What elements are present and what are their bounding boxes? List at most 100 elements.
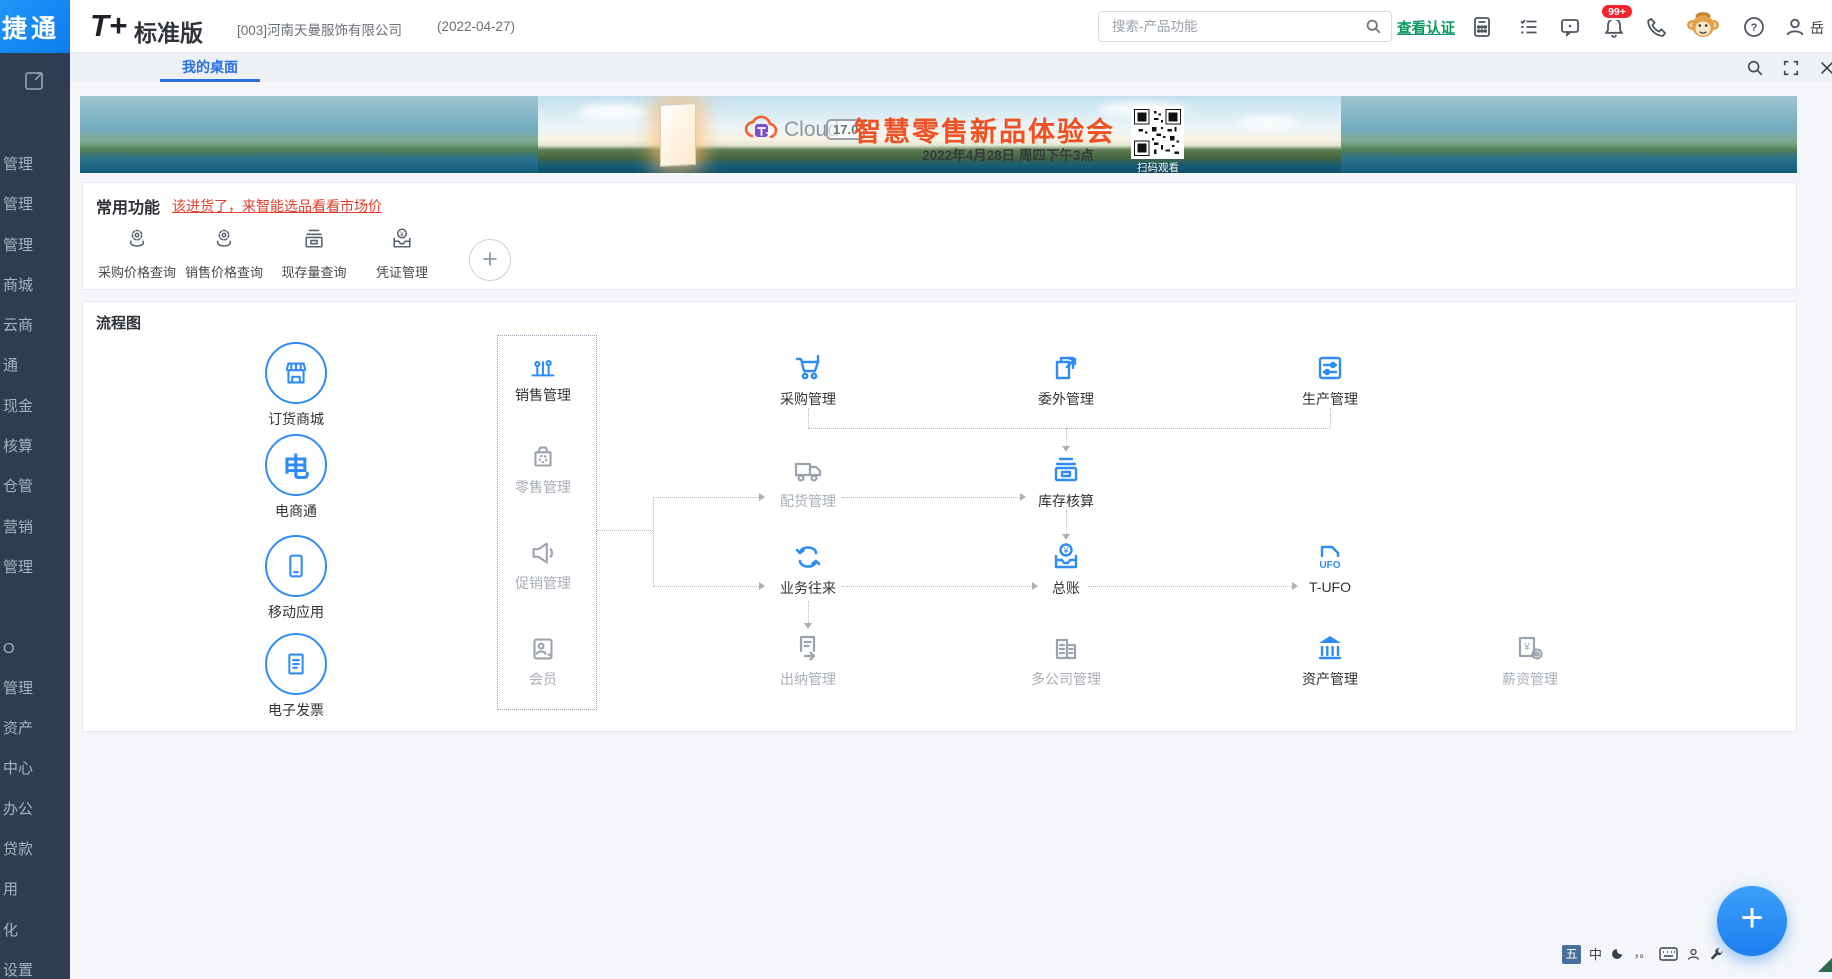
sidebar-item[interactable]: 化 xyxy=(0,911,70,951)
quick-item-voucher-management[interactable]: ¥ 凭证管理 xyxy=(357,225,447,281)
flow-arrow xyxy=(759,582,765,590)
quick-item-purchase-price-query[interactable]: 采购价格查询 xyxy=(92,225,182,281)
money-tray-icon: ¥ xyxy=(388,225,416,253)
quick-item-stock-query[interactable]: 现存量查询 xyxy=(269,225,359,281)
flow-node-member[interactable]: 会员 xyxy=(488,632,598,689)
mascot-monkey-icon[interactable] xyxy=(1684,8,1722,46)
svg-text:?: ? xyxy=(1751,22,1758,34)
user-icon[interactable] xyxy=(1783,15,1807,39)
sidebar-item[interactable] xyxy=(0,588,70,628)
flow-node-mobile-app[interactable]: 移动应用 xyxy=(236,535,356,622)
flow-connector xyxy=(653,497,759,498)
quick-item-label: 采购价格查询 xyxy=(92,262,182,281)
flow-node-sales-management[interactable]: 销售管理 xyxy=(488,348,598,405)
promo-banner[interactable]: Cloud 17.0 智慧零售新品体验会 2022年4月28日 周四下午3点 扫… xyxy=(80,96,1797,173)
sidebar-item[interactable]: 仓管 xyxy=(0,467,70,507)
add-quick-function-button[interactable]: + xyxy=(469,239,511,281)
ime-wrench-icon[interactable] xyxy=(1709,947,1724,962)
search-input[interactable] xyxy=(1110,18,1365,35)
sidebar-item[interactable]: 管理 xyxy=(0,185,70,225)
add-fab-button[interactable]: + xyxy=(1717,886,1787,956)
cloud-decor xyxy=(1238,116,1298,128)
sidebar-item[interactable]: O xyxy=(0,629,70,669)
sidebar-pin-icon[interactable] xyxy=(22,67,48,93)
ime-lang-icon[interactable]: 中 xyxy=(1589,945,1602,964)
sidebar-item[interactable]: 管理 xyxy=(0,548,70,588)
sidebar-item[interactable]: 营销 xyxy=(0,508,70,548)
view-certification-link[interactable]: 查看认证 xyxy=(1397,17,1455,38)
flow-node-cashier-management[interactable]: 出纳管理 xyxy=(753,630,863,689)
sidebar-item[interactable]: 中心 xyxy=(0,749,70,789)
flow-node-asset-management[interactable]: 资产管理 xyxy=(1275,630,1385,689)
sidebar-item[interactable]: 办公 xyxy=(0,790,70,830)
sidebar-item[interactable]: 核算 xyxy=(0,427,70,467)
flow-arrow xyxy=(1062,446,1070,452)
flow-node-order-mall[interactable]: 订货商城 xyxy=(236,342,356,429)
flow-node-business-transactions[interactable]: 业务往来 xyxy=(753,539,863,598)
sidebar-item[interactable]: 管理 xyxy=(0,669,70,709)
sidebar-item[interactable]: 资产 xyxy=(0,709,70,749)
sidebar-item[interactable]: 贷款 xyxy=(0,830,70,870)
feedback-icon[interactable] xyxy=(1558,15,1582,39)
ime-fullhalf-moon-icon[interactable] xyxy=(1610,946,1626,962)
flow-node-promotion-management[interactable]: 促销管理 xyxy=(488,536,598,593)
task-list-icon[interactable] xyxy=(1517,15,1541,39)
ime-wubi-icon[interactable]: 五 xyxy=(1562,945,1581,964)
tab-search-icon[interactable] xyxy=(1746,59,1764,77)
flow-node-label: 零售管理 xyxy=(488,477,598,497)
flow-node-label: 电子发票 xyxy=(236,700,356,720)
flow-connector xyxy=(1330,408,1331,428)
company-name: [003]河南天曼服饰有限公司 xyxy=(237,19,402,39)
fullscreen-icon[interactable] xyxy=(1782,59,1800,77)
flow-connector xyxy=(1066,510,1067,534)
flow-node-label: 生产管理 xyxy=(1275,389,1385,409)
brand-logo[interactable]: 畅捷通 xyxy=(0,0,70,53)
flow-node-label: 出纳管理 xyxy=(753,669,863,689)
username-label[interactable]: 岳 xyxy=(1810,18,1824,38)
sidebar-item[interactable]: 现金 xyxy=(0,387,70,427)
tab-my-desktop[interactable]: 我的桌面 xyxy=(160,53,260,82)
sidebar-item[interactable]: 设置 xyxy=(0,951,70,979)
megaphone-icon xyxy=(526,536,560,570)
calculator-icon[interactable] xyxy=(1470,15,1494,39)
sidebar-item[interactable]: 用 xyxy=(0,870,70,910)
payroll-icon: ¥ xyxy=(1512,630,1548,666)
quick-item-sales-price-query[interactable]: 销售价格查询 xyxy=(179,225,269,281)
sidebar-item[interactable]: 通 xyxy=(0,346,70,386)
flow-connector xyxy=(1088,586,1292,587)
sidebar-item[interactable]: 管理 xyxy=(0,226,70,266)
document-export-icon xyxy=(1048,350,1084,386)
flow-node-production-management[interactable]: 生产管理 xyxy=(1275,350,1385,409)
ime-keyboard-icon[interactable] xyxy=(1659,947,1678,961)
ime-punctuation-icon[interactable]: ，。 xyxy=(1634,945,1651,964)
phone-icon[interactable] xyxy=(1645,15,1669,39)
flow-node-outsourcing-management[interactable]: 委外管理 xyxy=(1011,350,1121,409)
invoice-icon xyxy=(279,647,313,681)
flow-node-label: 电商通 xyxy=(236,501,356,521)
flow-node-general-ledger[interactable]: ¥ 总账 xyxy=(1011,539,1121,598)
corner-indicator xyxy=(1818,958,1832,972)
flow-connector xyxy=(842,586,1032,587)
smart-selection-promo-link[interactable]: 该进货了，来智能选品看看市场价 xyxy=(172,196,382,216)
flow-node-payroll-management[interactable]: ¥ 薪资管理 xyxy=(1475,630,1585,689)
flow-node-multi-company[interactable]: 多公司管理 xyxy=(1011,630,1121,689)
help-icon[interactable]: ? xyxy=(1742,15,1766,39)
search-icon[interactable] xyxy=(1365,18,1382,35)
flow-node-e-invoice[interactable]: 电子发票 xyxy=(236,633,356,720)
flow-connector xyxy=(1066,428,1067,446)
flow-arrow xyxy=(1292,582,1298,590)
quick-item-label: 销售价格查询 xyxy=(179,262,269,281)
flow-node-retail-management[interactable]: 零售管理 xyxy=(488,440,598,497)
close-icon[interactable] xyxy=(1818,59,1832,77)
flow-node-ecommerce[interactable]: 电 电商通 xyxy=(236,434,356,521)
sidebar-item[interactable]: 商城 xyxy=(0,266,70,306)
ime-user-icon[interactable] xyxy=(1686,947,1701,962)
flow-node-purchase-management[interactable]: 采购管理 xyxy=(753,350,863,409)
flow-node-inventory-accounting[interactable]: 库存核算 xyxy=(1011,452,1121,511)
sidebar-item[interactable]: 云商 xyxy=(0,306,70,346)
sidebar-item[interactable]: 管理 xyxy=(0,145,70,185)
flow-node-label: 库存核算 xyxy=(1011,491,1121,511)
flow-node-distribution-management[interactable]: 配货管理 xyxy=(753,452,863,511)
ledger-money-icon: ¥ xyxy=(1048,539,1084,575)
search-box[interactable] xyxy=(1098,11,1392,42)
